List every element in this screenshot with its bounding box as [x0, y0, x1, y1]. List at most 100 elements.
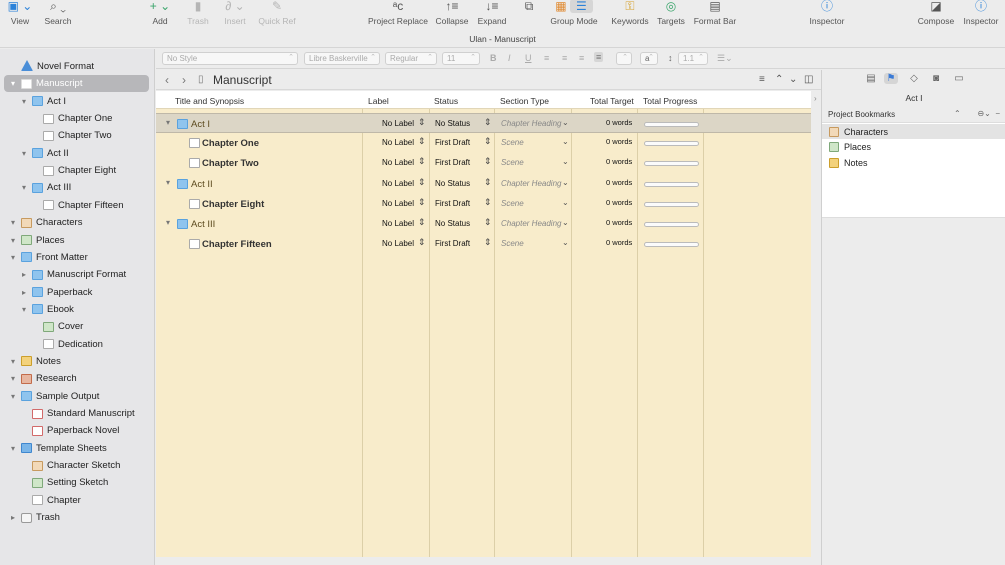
binder-item[interactable]: Chapter: [0, 492, 155, 509]
binder-item[interactable]: ▾ Act II: [0, 145, 155, 162]
outline-row[interactable]: ▾ Act I No Label ⇕ No Status ⇕ Chapter Heading…: [156, 113, 811, 133]
inspector-left-button[interactable]: ⓘ Inspector: [795, 0, 859, 26]
binder-item[interactable]: Chapter Fifteen: [0, 197, 155, 214]
chevron-updown-icon[interactable]: ⇕: [418, 237, 426, 248]
chevron-updown-icon[interactable]: ⇕: [484, 237, 492, 248]
list-icon[interactable]: ☰⌄: [717, 53, 733, 64]
disclosure-icon[interactable]: ▾: [166, 118, 170, 127]
italic-button[interactable]: I: [508, 53, 511, 63]
binder-item[interactable]: Character Sketch: [0, 457, 155, 474]
binder-item[interactable]: ▸ Paperback: [0, 284, 155, 301]
bold-button[interactable]: B: [490, 53, 497, 63]
back-icon[interactable]: ‹: [165, 73, 169, 87]
chevron-updown-icon[interactable]: ⇕: [418, 136, 426, 147]
outline-row[interactable]: Chapter Eight No Label ⇕ First Draft ⇕ Scene ⌄…: [156, 194, 811, 214]
column-total-target[interactable]: Total Target: [590, 96, 634, 106]
disclosure-icon[interactable]: ▾: [19, 305, 29, 314]
label-value[interactable]: No Label: [382, 219, 414, 228]
disclosure-icon[interactable]: ▸: [19, 288, 29, 297]
comment-icon[interactable]: ▭: [952, 73, 966, 84]
chevron-down-icon[interactable]: ⌄: [562, 218, 569, 227]
format-bar-button[interactable]: ▤ Format Bar: [683, 0, 747, 26]
bookmark-item[interactable]: Notes: [822, 155, 1005, 170]
row-title[interactable]: Act II: [191, 179, 213, 190]
section-type-value[interactable]: Chapter Heading: [501, 219, 561, 228]
bookmarks-select[interactable]: Project Bookmarks: [828, 110, 895, 119]
group-mode-button[interactable]: ▦ ☰ Group Mode: [542, 0, 606, 26]
bookmark-item[interactable]: Places: [822, 140, 1005, 155]
binder-item[interactable]: Chapter One: [0, 110, 155, 127]
disclosure-icon[interactable]: ▾: [8, 236, 18, 245]
binder-item[interactable]: ▾ Front Matter: [0, 249, 155, 266]
binder-item[interactable]: Cover: [0, 318, 155, 335]
binder-item[interactable]: ▸ Trash: [0, 509, 155, 526]
quick-ref-button[interactable]: ✎ Quick Ref: [245, 0, 309, 26]
section-type-value[interactable]: Chapter Heading: [501, 119, 561, 128]
weight-select[interactable]: Regular: [385, 52, 437, 65]
binder-item[interactable]: ▾ Act III: [0, 179, 155, 196]
column-label[interactable]: Label: [368, 96, 389, 106]
label-value[interactable]: No Label: [382, 158, 414, 167]
chevron-down-icon[interactable]: ⌄: [562, 198, 569, 207]
chevron-updown-icon[interactable]: ⇕: [484, 177, 492, 188]
row-title[interactable]: Act III: [191, 219, 215, 230]
chevron-updown-icon[interactable]: ⇕: [484, 117, 492, 128]
chevron-updown-icon[interactable]: ⇕: [418, 197, 426, 208]
disclosure-icon[interactable]: ▾: [19, 97, 29, 106]
section-type-value[interactable]: Scene: [501, 199, 524, 208]
size-select[interactable]: 11: [442, 52, 480, 65]
label-value[interactable]: No Label: [382, 119, 414, 128]
chevron-updown-icon[interactable]: ⌃: [954, 109, 961, 118]
label-value[interactable]: No Label: [382, 199, 414, 208]
section-type-value[interactable]: Scene: [501, 138, 524, 147]
chevron-down-icon[interactable]: ⌄: [562, 238, 569, 247]
status-value[interactable]: No Status: [435, 179, 470, 188]
align-right-icon[interactable]: ≡: [579, 53, 584, 63]
binder-item[interactable]: Novel Format: [0, 58, 155, 75]
notes-icon[interactable]: ▤: [864, 73, 878, 84]
chevron-updown-icon[interactable]: ⇕: [484, 217, 492, 228]
binder-item[interactable]: ▾ Research: [0, 370, 155, 387]
line-spacing-select[interactable]: 1.1: [678, 52, 708, 65]
status-value[interactable]: No Status: [435, 219, 470, 228]
section-type-value[interactable]: Scene: [501, 239, 524, 248]
chevron-down-icon[interactable]: ⌄: [562, 157, 569, 166]
chevron-updown-icon[interactable]: ⇕: [484, 156, 492, 167]
chevron-updown-icon[interactable]: ⇕: [418, 217, 426, 228]
snapshot-icon[interactable]: ◙: [929, 73, 943, 84]
chevron-updown-icon[interactable]: ⇕: [418, 177, 426, 188]
row-title[interactable]: Chapter Two: [202, 158, 259, 169]
highlight-select[interactable]: [616, 52, 632, 65]
chevron-updown-icon[interactable]: ⇕: [418, 156, 426, 167]
up-arrow-icon[interactable]: ⌃: [775, 74, 783, 85]
disclosure-icon[interactable]: ▾: [8, 444, 18, 453]
label-value[interactable]: No Label: [382, 138, 414, 147]
disclosure-icon[interactable]: ▾: [8, 357, 18, 366]
binder-item[interactable]: ▾ Manuscript: [4, 75, 149, 93]
chevron-down-icon[interactable]: ⌄: [562, 178, 569, 187]
chevron-updown-icon[interactable]: ⇕: [484, 136, 492, 147]
column-total-progress[interactable]: Total Progress: [643, 96, 697, 106]
split-view-icon[interactable]: ◫: [804, 74, 813, 85]
binder-item[interactable]: ▾ Sample Output: [0, 388, 155, 405]
tag-icon[interactable]: ◇: [907, 73, 921, 84]
binder-item[interactable]: Setting Sketch: [0, 474, 155, 491]
binder-item[interactable]: ▾ Characters: [0, 214, 155, 231]
section-type-value[interactable]: Scene: [501, 158, 524, 167]
outline-menu-icon[interactable]: ≡: [759, 74, 765, 85]
column-title[interactable]: Title and Synopsis: [175, 96, 244, 106]
binder-item[interactable]: ▾ Template Sheets: [0, 440, 155, 457]
forward-icon[interactable]: ›: [182, 73, 186, 87]
column-section-type[interactable]: Section Type: [500, 96, 549, 106]
binder-item[interactable]: ▸ Manuscript Format: [0, 266, 155, 283]
status-value[interactable]: No Status: [435, 119, 470, 128]
disclosure-icon[interactable]: ▸: [8, 513, 18, 522]
label-value[interactable]: No Label: [382, 239, 414, 248]
disclosure-icon[interactable]: ▾: [166, 218, 170, 227]
outline-row[interactable]: Chapter Two No Label ⇕ First Draft ⇕ Scene ⌄ 0 …: [156, 153, 811, 173]
chevron-updown-icon[interactable]: ⇕: [484, 197, 492, 208]
disclosure-icon[interactable]: ▾: [8, 392, 18, 401]
outline-row[interactable]: ▾ Act II No Label ⇕ No Status ⇕ Chapter Headin…: [156, 174, 811, 194]
bookmark-icon[interactable]: ⚑: [884, 73, 898, 84]
bookmark-options-icon[interactable]: ⊖⌄ −: [977, 109, 1000, 118]
